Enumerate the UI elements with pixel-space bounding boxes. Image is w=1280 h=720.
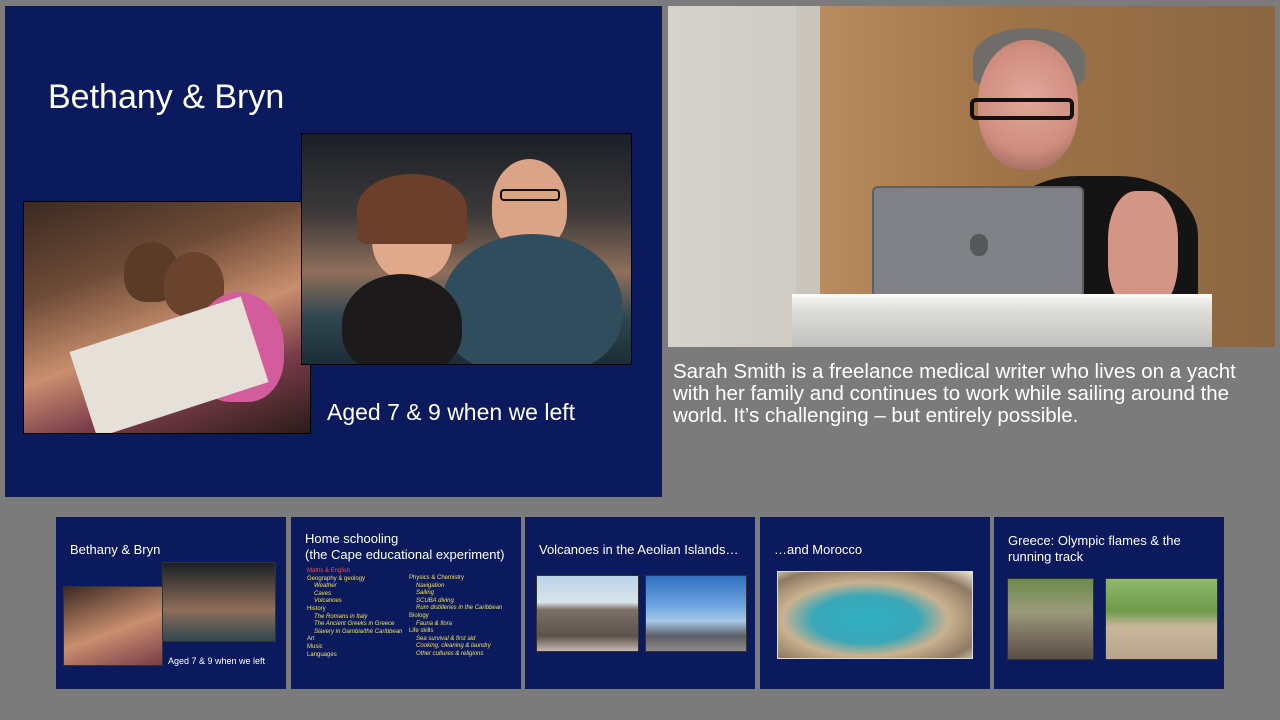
subject-item: The Romans in Italy (314, 613, 368, 620)
laptop (872, 186, 1084, 298)
podium (792, 294, 1212, 347)
subject-item: Weather (314, 583, 337, 590)
subject-item: Sea survival & first aid (416, 635, 476, 642)
subject-item: History (307, 605, 326, 612)
volcano-summit-photo (645, 575, 747, 652)
subject-item: Physics & Chemistry (409, 575, 465, 581)
thumbnail-title: Volcanoes in the Aeolian Islands… (539, 542, 739, 557)
thumbnail-title: Greece: Olympic flames & the running tra… (1008, 533, 1181, 564)
subject-item: Fauna & flora (416, 620, 453, 627)
photo-children-studying (23, 201, 311, 434)
subject-item: Music (307, 643, 323, 650)
subject-list-right: Physics & Chemistry Navigation Sailing SCUB… (409, 575, 519, 659)
subject-item: Caves (314, 590, 332, 597)
thumbnail-title: …and Morocco (774, 542, 863, 557)
subject-item: Art (307, 636, 315, 643)
subject-item: Navigation (416, 582, 445, 589)
subject-item: Geography & geology (307, 575, 366, 582)
olympic-flame-photo (1007, 578, 1094, 660)
volcano-photo (536, 575, 639, 652)
thumbnail-photo (162, 562, 276, 642)
morocco-coast-photo (777, 571, 973, 659)
slide-thumbnail-5[interactable]: Greece: Olympic flames & the running tra… (994, 517, 1224, 689)
main-slide: Bethany & Bryn Aged 7 & 9 when we left (5, 6, 662, 497)
apple-logo-icon (970, 234, 988, 256)
subject-item: Other cultures & religions (416, 650, 484, 657)
subject-item: Life skills (409, 628, 434, 635)
subject-item: Biology (409, 612, 429, 619)
subject-item: Volcanoes (314, 598, 342, 605)
slide-caption: Aged 7 & 9 when we left (327, 399, 576, 425)
speaker-video (668, 6, 1275, 347)
subject-item: SCUBA diving (416, 597, 454, 604)
subject-item: Languages (307, 651, 337, 658)
speaker-arm (1108, 191, 1178, 311)
subject-item: Sailing (416, 590, 435, 597)
thumbnail-caption: Aged 7 & 9 when we left (168, 656, 266, 666)
slide-title: Bethany & Bryn (48, 78, 285, 116)
slide-thumbnail-3[interactable]: Volcanoes in the Aeolian Islands… (525, 517, 755, 689)
speaker-description: Sarah Smith is a freelance medical write… (673, 360, 1236, 427)
subject-list-left: Maths & English Geography & geology Weathe… (307, 568, 407, 659)
thumbnail-photo (63, 586, 163, 666)
glasses (970, 98, 1074, 120)
subject-item: Maths & English (307, 568, 351, 574)
slide-thumbnail-2[interactable]: Home schooling (the Cape educational exp… (291, 517, 521, 689)
photo-teenagers (301, 133, 632, 365)
thumbnail-title: Bethany & Bryn (70, 542, 161, 557)
subject-item: The Ancient Greeks in Greece (314, 621, 395, 628)
subject-item: Rum distilleries in the Caribbean (416, 605, 503, 612)
running-track-photo (1105, 578, 1218, 660)
thumbnail-title: Home schooling (the Cape educational exp… (305, 531, 505, 562)
slide-thumbnail-4[interactable]: …and Morocco (760, 517, 990, 689)
subject-item: Cooking, cleaning & laundry (416, 643, 491, 650)
slide-thumbnail-1[interactable]: Bethany & Bryn Aged 7 & 9 when we left (56, 517, 286, 689)
subject-item: Slavery in Gambia/the Caribbean (314, 628, 403, 635)
